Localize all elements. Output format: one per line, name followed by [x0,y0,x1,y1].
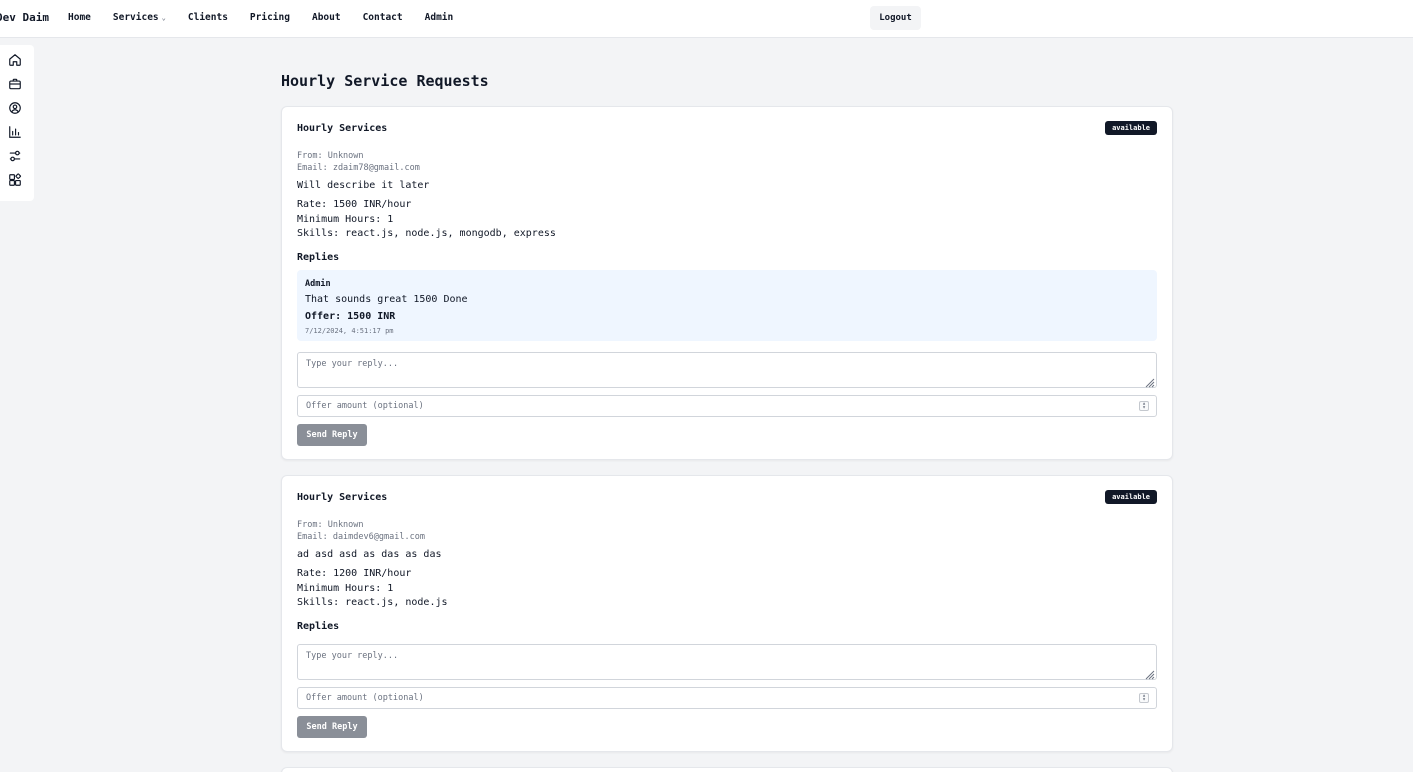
request-card: Hourly Services available From: Unknown … [281,106,1173,460]
request-email: Email: zdaim78@gmail.com [297,163,420,173]
offer-amount-input[interactable] [297,395,1157,417]
icon-sidebar [0,45,34,201]
request-skills: Skills: react.js, node.js, mongodb, expr… [297,228,556,239]
offer-amount-input[interactable] [297,687,1157,709]
nav-pricing[interactable]: Pricing [250,12,290,23]
chevron-down-icon: ⌄ [161,13,166,22]
main-nav: Home Services ⌄ Clients Pricing About Con… [68,12,475,23]
user-circle-icon[interactable] [8,101,22,115]
bar-chart-icon[interactable] [8,125,22,139]
nav-admin[interactable]: Admin [425,12,454,23]
request-title: Hourly Services [297,123,388,134]
page-title: Hourly Service Requests [281,72,489,90]
nav-services-label: Services [112,12,159,23]
number-spinner-icon[interactable]: ▴ ▾ [1139,401,1149,411]
reply-message: That sounds great 1500 Done [305,294,468,305]
home-icon[interactable] [8,53,22,67]
nav-contact[interactable]: Contact [363,12,403,23]
reply-textarea[interactable] [297,644,1157,680]
status-badge: available [1105,121,1157,135]
resize-grip-icon[interactable] [1143,373,1155,388]
send-reply-button[interactable]: Send Reply [297,716,367,738]
sliders-icon[interactable] [8,149,22,163]
request-title: Hourly Services [297,492,388,503]
resize-grip-icon[interactable] [1143,665,1155,680]
top-navbar: Dev Daim Home Services ⌄ Clients Pricing … [0,0,1413,38]
reply-item: Admin That sounds great 1500 Done Offer:… [297,270,1157,341]
brand-logo[interactable]: Dev Daim [0,11,49,24]
request-min-hours: Minimum Hours: 1 [297,583,394,594]
number-spinner-icon[interactable]: ▴ ▾ [1139,693,1149,703]
nav-clients[interactable]: Clients [188,12,228,23]
nav-home[interactable]: Home [68,12,91,23]
reply-timestamp: 7/12/2024, 4:51:17 pm [305,327,394,335]
request-from: From: Unknown [297,151,364,161]
widgets-icon[interactable] [8,173,22,187]
request-description: ad asd asd as das as das [297,549,442,560]
replies-heading: Replies [297,252,340,263]
request-card: Hourly Services available From: Unknown … [281,475,1173,752]
nav-services[interactable]: Services ⌄ [113,12,166,23]
request-skills: Skills: react.js, node.js [297,597,448,608]
request-rate: Rate: 1500 INR/hour [297,199,412,210]
briefcase-icon[interactable] [8,77,22,91]
reply-author: Admin [305,279,331,289]
reply-offer: Offer: 1500 INR [305,311,396,322]
request-description: Will describe it later [297,180,430,191]
request-from: From: Unknown [297,520,364,530]
request-rate: Rate: 1200 INR/hour [297,568,412,579]
replies-heading: Replies [297,621,340,632]
request-email: Email: daimdev6@gmail.com [297,532,425,542]
nav-about[interactable]: About [312,12,341,23]
send-reply-button[interactable]: Send Reply [297,424,367,446]
reply-textarea[interactable] [297,352,1157,388]
request-card [281,767,1173,772]
logout-button[interactable]: Logout [870,6,921,30]
request-min-hours: Minimum Hours: 1 [297,214,394,225]
status-badge: available [1105,490,1157,504]
